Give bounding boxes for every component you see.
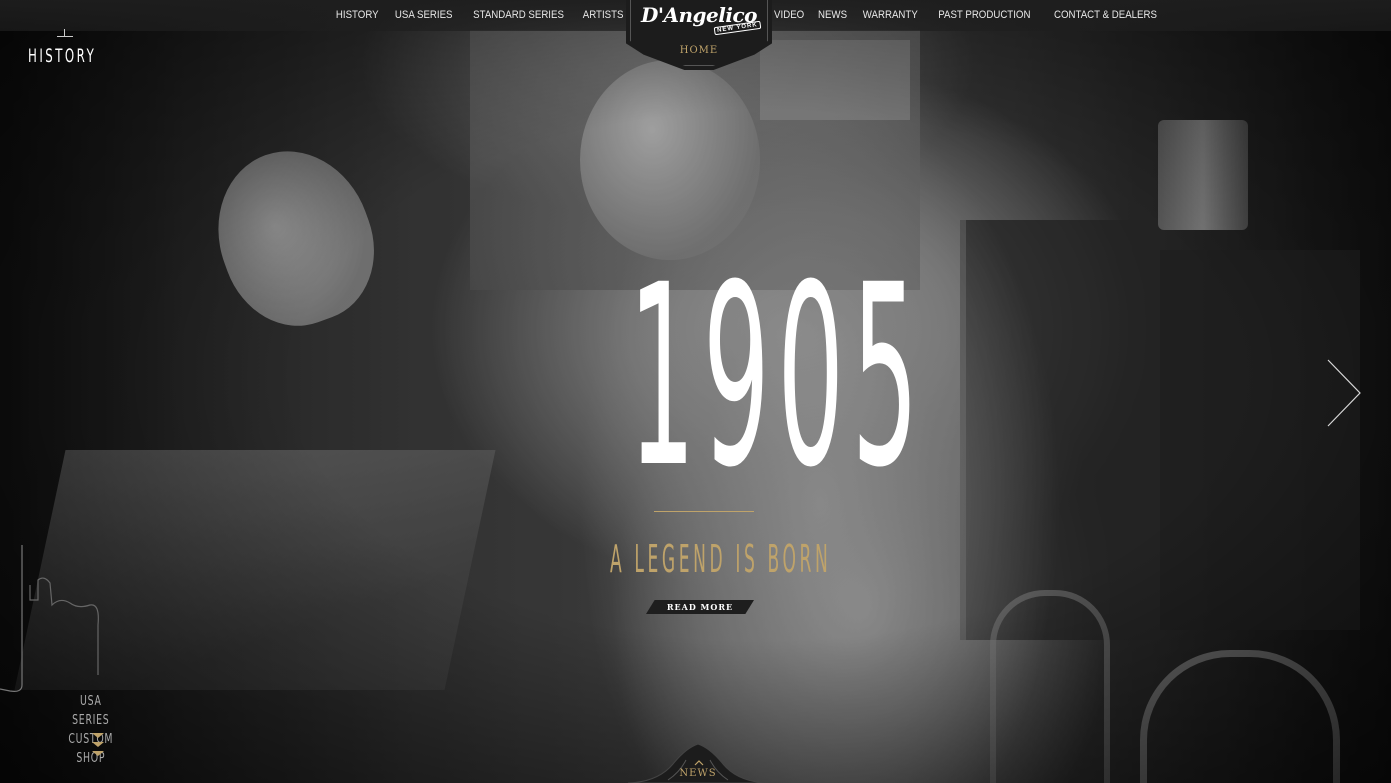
hero-tagline: A LEGEND IS BORN <box>610 537 832 581</box>
hero-year: 1905 <box>629 252 919 502</box>
nav-item-history[interactable]: HISTORY <box>336 9 379 21</box>
series-teaser-label[interactable]: USA SERIES CUSTOM SHOP <box>62 692 120 768</box>
nav-item-video[interactable]: VIDEO <box>774 9 804 21</box>
series-teaser-line-2: CUSTOM SHOP <box>68 732 114 766</box>
chevron-up-icon[interactable] <box>694 760 704 766</box>
home-link[interactable]: HOME <box>626 45 772 56</box>
section-title: HISTORY <box>28 45 97 67</box>
read-more-button[interactable]: READ MORE <box>646 600 754 614</box>
section-title-ornament-bar <box>57 36 73 37</box>
series-teaser-line-1: USA SERIES <box>72 694 110 728</box>
nav-menu-right: VIDEO NEWS WARRANTY PAST PRODUCTION CONT… <box>772 9 1163 21</box>
triple-chevron-down-icon[interactable] <box>92 733 104 759</box>
hero-divider <box>654 511 754 512</box>
nav-item-news[interactable]: NEWS <box>818 9 847 21</box>
guitar-outline-icon <box>0 545 99 692</box>
nav-item-past-production[interactable]: PAST PRODUCTION <box>938 9 1030 21</box>
chevron-right-icon[interactable] <box>1325 358 1365 428</box>
nav-item-standard-series[interactable]: STANDARD SERIES <box>473 9 564 21</box>
nav-item-usa-series[interactable]: USA SERIES <box>395 9 453 21</box>
nav-menu-left: HISTORY USA SERIES STANDARD SERIES ARTIS… <box>333 9 626 21</box>
nav-item-warranty[interactable]: WARRANTY <box>863 9 918 21</box>
nav-item-contact-dealers[interactable]: CONTACT & DEALERS <box>1054 9 1157 21</box>
nav-item-artists[interactable]: ARTISTS <box>583 9 624 21</box>
news-link[interactable]: NEWS <box>628 768 768 779</box>
